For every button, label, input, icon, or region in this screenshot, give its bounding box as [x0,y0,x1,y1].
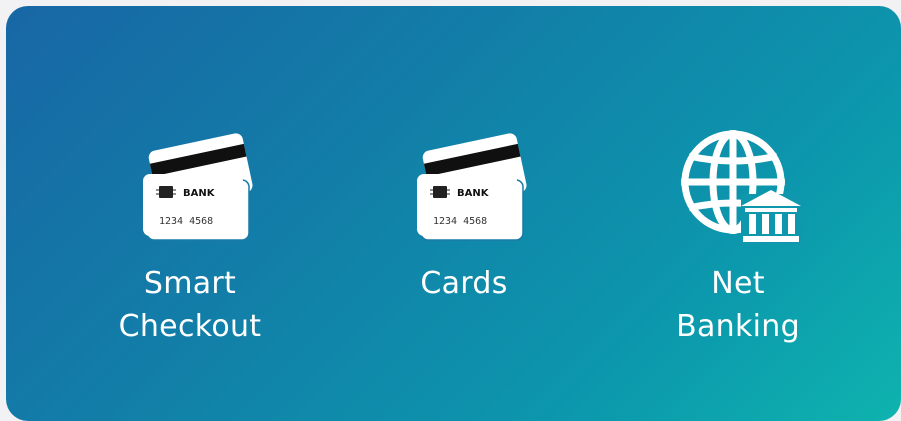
credit-card-icon: BANK 1234 4568 [417,133,527,241]
label-line: Cards [420,266,508,301]
svg-text:BANK: BANK [457,188,490,199]
smart-checkout-label: Smart Checkout [119,262,262,348]
globe-bank-icon [681,130,801,244]
label-line: Smart [143,266,237,301]
credit-card-icon: BANK 1234 4568 [143,133,253,241]
cards-option[interactable]: BANK 1234 4568 Cards [344,124,584,305]
smart-checkout-option[interactable]: BANK 1234 4568 Smart Checkout [70,124,310,348]
svg-text:1234 4568: 1234 4568 [159,216,213,227]
net-banking-option[interactable]: Net Banking [618,124,858,348]
label-line: Checkout [118,309,262,344]
label-line: Banking [676,309,800,344]
cards-label: Cards [420,262,507,305]
net-banking-label: Net Banking [676,262,800,348]
payment-options-panel: BANK 1234 4568 Smart Checkout BANK 1234 … [6,6,901,421]
svg-text:1234 4568: 1234 4568 [433,216,487,227]
svg-text:BANK: BANK [183,188,216,199]
label-line: Net [711,266,765,301]
